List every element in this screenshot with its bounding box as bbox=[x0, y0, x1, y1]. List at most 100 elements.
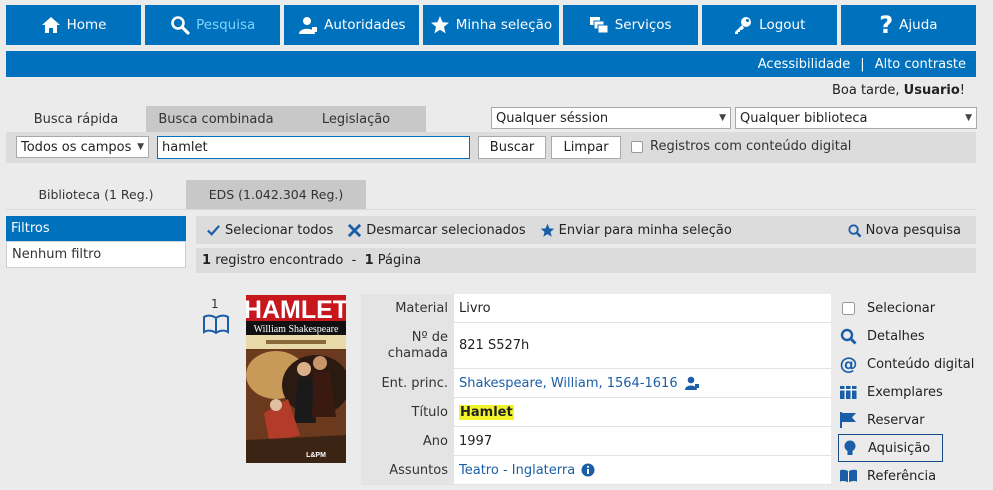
star-icon bbox=[430, 16, 449, 34]
tab-busca-combinada[interactable]: Busca combinada bbox=[146, 106, 286, 132]
at-sign-icon: @ bbox=[839, 353, 858, 375]
digital-content-action[interactable]: @ Conteúdo digital bbox=[838, 350, 988, 378]
open-book-icon bbox=[203, 314, 229, 334]
field-row: Título Hamlet bbox=[361, 398, 831, 427]
deselect-button[interactable]: Desmarcar selecionados bbox=[347, 222, 526, 238]
session-select[interactable]: Qualquer séssion ▼ bbox=[491, 107, 731, 129]
field-select[interactable]: Todos os campos ▼ bbox=[16, 136, 149, 158]
page-count-label: Página bbox=[377, 253, 422, 268]
chevron-down-icon: ▼ bbox=[965, 113, 972, 123]
nav-home[interactable]: Home bbox=[6, 5, 142, 45]
tab-biblioteca[interactable]: Biblioteca (1 Reg.) bbox=[6, 180, 186, 209]
result-tabs: Biblioteca (1 Reg.) EDS (1.042.304 Reg.) bbox=[6, 180, 366, 209]
lightbulb-icon bbox=[841, 440, 858, 457]
field-label-subjects: Assuntos bbox=[361, 456, 454, 484]
chevron-down-icon: ▼ bbox=[137, 142, 144, 152]
select-record-label: Selecionar bbox=[867, 300, 936, 316]
filters-panel: Filtros Nenhum filtro bbox=[6, 216, 186, 268]
clear-button[interactable]: Limpar bbox=[551, 136, 621, 159]
greeting-text: Boa tarde, bbox=[831, 83, 900, 98]
select-all-label: Selecionar todos bbox=[225, 222, 334, 238]
nav-logout[interactable]: Logout bbox=[701, 5, 837, 45]
acquisition-action[interactable]: Aquisição bbox=[838, 434, 943, 462]
reserve-action[interactable]: Reservar bbox=[838, 406, 988, 434]
nav-ajuda[interactable]: ? Ajuda bbox=[840, 5, 976, 45]
library-select[interactable]: Qualquer biblioteca ▼ bbox=[735, 107, 977, 129]
copies-action[interactable]: Exemplares bbox=[838, 378, 988, 406]
send-to-selection-button[interactable]: Enviar para minha seleção bbox=[540, 223, 732, 238]
reserve-label: Reservar bbox=[867, 412, 925, 428]
search-icon bbox=[840, 328, 857, 345]
books-icon bbox=[840, 384, 857, 401]
author-info-icon[interactable] bbox=[684, 375, 700, 391]
field-value-title: Hamlet bbox=[459, 404, 514, 420]
field-row: Material Livro bbox=[361, 294, 831, 323]
tab-legislacao[interactable]: Legislação bbox=[286, 106, 426, 132]
count-separator: - bbox=[351, 253, 357, 268]
open-book-icon bbox=[840, 468, 857, 485]
tab-busca-rapida[interactable]: Busca rápida bbox=[6, 106, 146, 132]
windows-icon bbox=[589, 17, 609, 34]
cover-author: William Shakespeare bbox=[254, 324, 339, 335]
search-button[interactable]: Buscar bbox=[478, 136, 546, 159]
digital-content-action-label: Conteúdo digital bbox=[867, 356, 975, 372]
filters-header: Filtros bbox=[6, 216, 186, 241]
digital-content-checkbox[interactable] bbox=[631, 141, 643, 153]
info-icon[interactable] bbox=[581, 463, 595, 477]
nav-pesquisa[interactable]: Pesquisa bbox=[145, 5, 281, 45]
field-label-material: Material bbox=[361, 294, 454, 322]
nav-servicos[interactable]: Serviços bbox=[562, 5, 698, 45]
checkbox-icon bbox=[840, 300, 857, 317]
reference-label: Referência bbox=[867, 468, 937, 484]
accessibility-bar: Acessibilidade | Alto contraste bbox=[6, 51, 976, 77]
greeting: Boa tarde, Usuario! bbox=[832, 83, 965, 98]
high-contrast-link[interactable]: Alto contraste bbox=[875, 57, 966, 72]
nav-minha-selecao[interactable]: Minha seleção bbox=[423, 5, 559, 45]
question-icon: ? bbox=[879, 11, 894, 39]
nav-logout-label: Logout bbox=[759, 17, 806, 33]
author-link[interactable]: Shakespeare, William, 1564-1616 bbox=[459, 376, 678, 391]
home-icon bbox=[41, 17, 60, 33]
accessibility-link[interactable]: Acessibilidade bbox=[758, 57, 851, 72]
key-icon bbox=[735, 17, 752, 34]
copies-label: Exemplares bbox=[867, 384, 943, 400]
nav-pesquisa-label: Pesquisa bbox=[196, 17, 256, 33]
nav-autoridades[interactable]: Autoridades bbox=[284, 5, 420, 45]
filters-none: Nenhum filtro bbox=[6, 241, 186, 268]
greeting-user: Usuario bbox=[903, 83, 960, 98]
star-icon bbox=[540, 223, 554, 237]
chevron-down-icon: ▼ bbox=[719, 113, 726, 123]
field-row: Ent. princ. Shakespeare, William, 1564-1… bbox=[361, 369, 831, 398]
flag-icon bbox=[840, 412, 857, 429]
nav-home-label: Home bbox=[66, 17, 107, 33]
nav-servicos-label: Serviços bbox=[614, 17, 672, 33]
tab-divider bbox=[6, 209, 976, 210]
search-input[interactable]: hamlet bbox=[157, 136, 470, 159]
book-cover-image[interactable]: HAMLET William Shakespeare L&PM bbox=[246, 295, 346, 463]
tab-eds[interactable]: EDS (1.042.304 Reg.) bbox=[186, 180, 366, 209]
acquisition-label: Aquisição bbox=[868, 440, 931, 456]
subject-link[interactable]: Teatro - Inglaterra bbox=[459, 463, 575, 478]
greeting-suffix: ! bbox=[959, 83, 965, 98]
deselect-label: Desmarcar selecionados bbox=[366, 222, 526, 238]
record-count: 1 bbox=[202, 253, 212, 268]
select-all-button[interactable]: Selecionar todos bbox=[206, 223, 333, 238]
field-value-subjects-wrap: Teatro - Inglaterra bbox=[454, 456, 831, 484]
select-record-action[interactable]: Selecionar bbox=[838, 294, 988, 322]
search-icon bbox=[171, 16, 190, 35]
field-row: Assuntos Teatro - Inglaterra bbox=[361, 456, 831, 485]
field-row: Ano 1997 bbox=[361, 427, 831, 456]
session-select-value: Qualquer séssion bbox=[496, 110, 609, 126]
field-label-main-entry: Ent. princ. bbox=[361, 369, 454, 397]
library-select-value: Qualquer biblioteca bbox=[740, 110, 868, 126]
user-icon bbox=[299, 17, 318, 34]
new-search-button[interactable]: Nova pesquisa bbox=[847, 223, 961, 238]
nav-minha-selecao-label: Minha seleção bbox=[455, 17, 553, 33]
details-action[interactable]: Detalhes bbox=[838, 322, 988, 350]
send-to-selection-label: Enviar para minha seleção bbox=[558, 222, 732, 238]
reference-action[interactable]: Referência bbox=[838, 462, 988, 490]
field-select-value: Todos os campos bbox=[21, 139, 132, 155]
main-nav: Home Pesquisa Autoridades Minha seleção … bbox=[6, 5, 976, 45]
action-bar: Selecionar todos Desmarcar selecionados … bbox=[196, 216, 976, 244]
checkmark-icon bbox=[207, 224, 220, 236]
